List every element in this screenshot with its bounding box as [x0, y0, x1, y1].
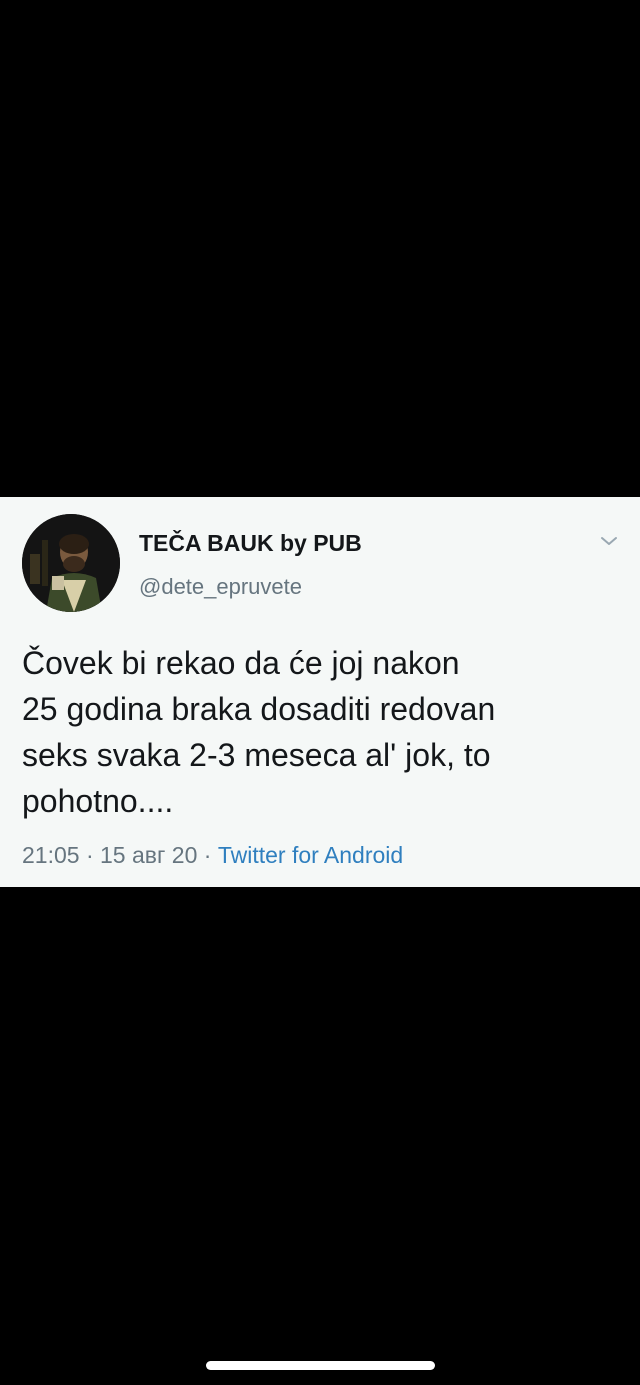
- tweet-source-link[interactable]: Twitter for Android: [218, 842, 403, 868]
- tweet-card[interactable]: TEČA BAUK by PUB @dete_epruvete Čovek bi…: [0, 497, 640, 887]
- tweet-time[interactable]: 21:05: [22, 842, 80, 868]
- avatar[interactable]: [22, 514, 120, 612]
- tweet-text-line: seks svaka 2-3 meseca al' jok, to: [22, 737, 491, 773]
- tweet-text-line: 25 godina braka dosaditi redovan: [22, 691, 496, 727]
- tweet-meta: 21:05 · 15 авг 20 · Twitter for Android: [22, 842, 403, 869]
- home-indicator[interactable]: [206, 1361, 435, 1370]
- author-handle[interactable]: @dete_epruvete: [139, 574, 302, 600]
- tweet-text-line: Čovek bi rekao da će joj nakon: [22, 645, 460, 681]
- author-name[interactable]: TEČA BAUK by PUB: [139, 530, 362, 557]
- meta-separator: ·: [79, 842, 101, 868]
- meta-separator: ·: [197, 842, 218, 868]
- tweet-date[interactable]: 15 авг 20: [100, 842, 197, 868]
- chevron-down-icon[interactable]: [598, 533, 620, 549]
- tweet-text: Čovek bi rekao da će joj nakon 25 godina…: [22, 640, 622, 824]
- screen: TEČA BAUK by PUB @dete_epruvete Čovek bi…: [0, 0, 640, 1385]
- chevron-down-icon-graphic: [601, 537, 617, 545]
- avatar-image: [22, 514, 120, 612]
- tweet-text-line: pohotno....: [22, 783, 174, 819]
